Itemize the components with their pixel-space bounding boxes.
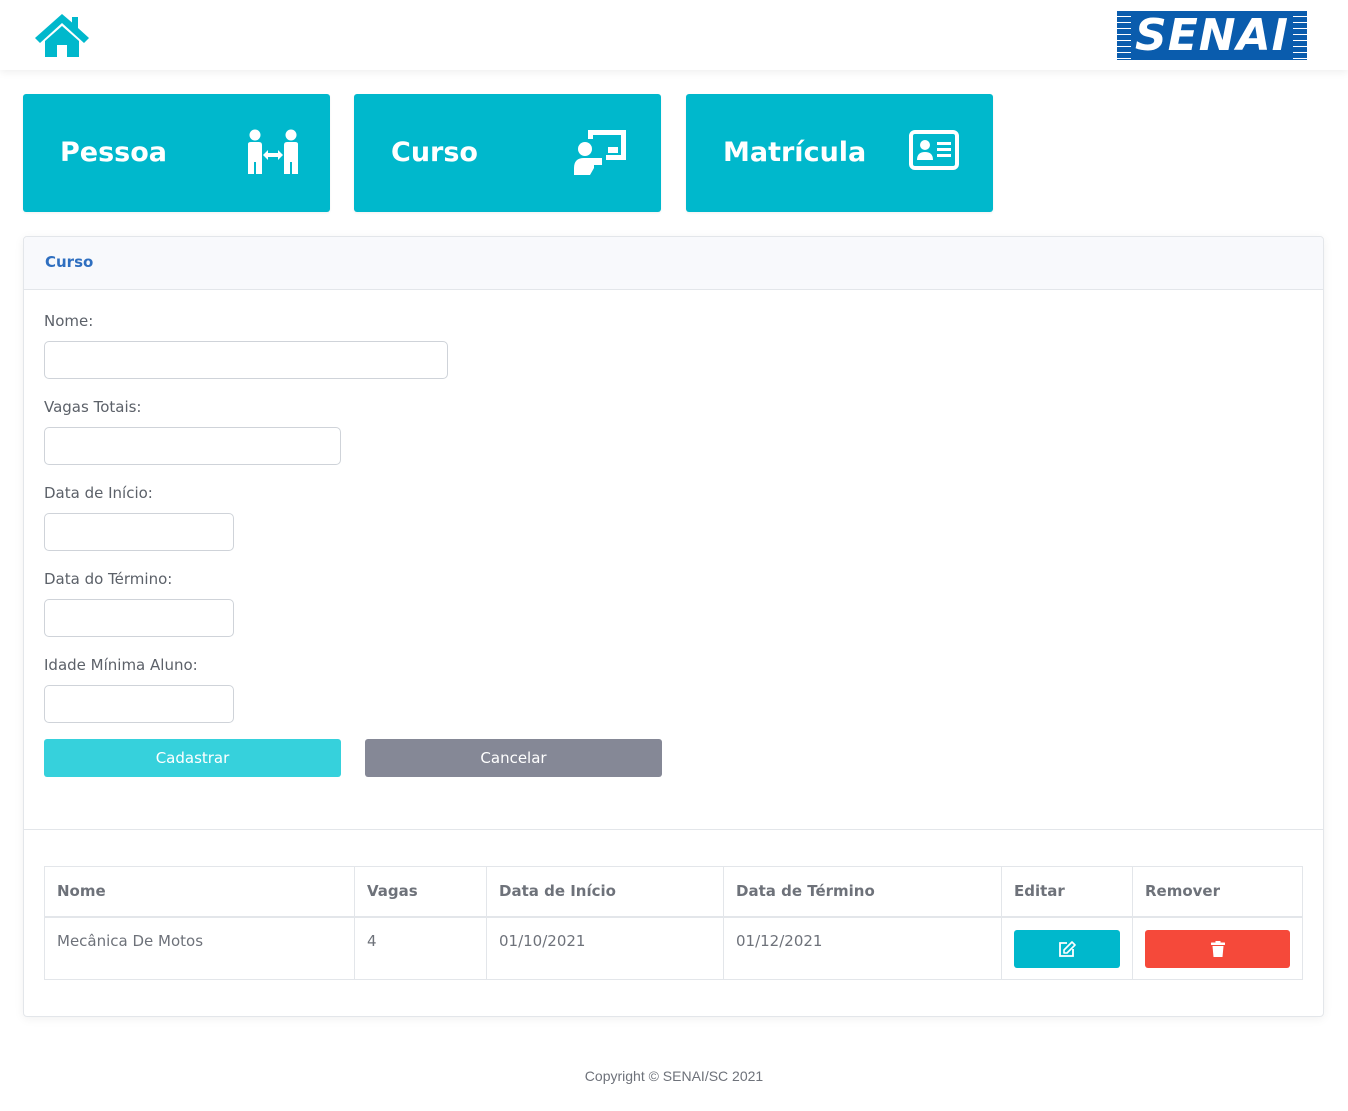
nome-input[interactable]: [44, 341, 448, 379]
nav-card-label: Curso: [391, 137, 478, 168]
col-header-data-termino: Data de Término: [723, 866, 1002, 918]
col-header-nome: Nome: [44, 866, 355, 918]
house-icon: [35, 14, 89, 57]
edit-button[interactable]: [1014, 929, 1120, 968]
nome-label: Nome:: [44, 312, 94, 330]
logo-text: SENAI: [1131, 11, 1293, 60]
divider: [24, 829, 1323, 830]
cell-nome: Mecânica De Motos: [44, 916, 355, 980]
id-card-icon: [909, 130, 959, 170]
cadastrar-button[interactable]: Cadastrar: [44, 739, 341, 777]
top-bar: SENAI: [0, 0, 1348, 70]
cell-remover: [1132, 916, 1303, 980]
panel-title: Curso: [24, 237, 1323, 290]
data-termino-label: Data do Término:: [44, 570, 173, 588]
nav-card-curso[interactable]: Curso: [354, 94, 661, 212]
nav-card-pessoa[interactable]: Pessoa: [23, 94, 330, 212]
cell-data-termino: 01/12/2021: [723, 916, 1002, 980]
nav-card-label: Matrícula: [723, 137, 867, 168]
trash-icon: [1210, 940, 1225, 957]
footer-copyright: Copyright © SENAI/SC 2021: [584, 1068, 764, 1084]
nav-card-label: Pessoa: [60, 137, 168, 168]
cursos-table: Nome Vagas Data de Início Data de Términ…: [44, 866, 1303, 980]
data-inicio-label: Data de Início:: [44, 484, 153, 502]
table-row: Mecânica De Motos 4 01/10/2021 01/12/202…: [44, 916, 1303, 980]
vagas-totais-input[interactable]: [44, 427, 341, 465]
curso-form-panel: Curso Nome: Vagas Totais: Data de Início…: [23, 236, 1324, 1017]
col-header-remover: Remover: [1132, 866, 1303, 918]
idade-minima-input[interactable]: [44, 685, 234, 723]
table-header-row: Nome Vagas Data de Início Data de Términ…: [44, 866, 1303, 918]
col-header-data-inicio: Data de Início: [486, 866, 724, 918]
senai-logo: SENAI: [1117, 11, 1307, 60]
col-header-editar: Editar: [1001, 866, 1133, 918]
col-header-vagas: Vagas: [354, 866, 487, 918]
edit-icon: [1059, 940, 1076, 957]
nav-card-matricula[interactable]: Matrícula: [686, 94, 993, 212]
cancelar-button[interactable]: Cancelar: [365, 739, 662, 777]
teacher-board-icon: [574, 130, 626, 175]
idade-minima-label: Idade Mínima Aluno:: [44, 656, 198, 674]
cell-editar: [1001, 916, 1133, 980]
cell-data-inicio: 01/10/2021: [486, 916, 724, 980]
remove-button[interactable]: [1145, 929, 1290, 968]
people-exchange-icon: [248, 129, 298, 174]
data-termino-input[interactable]: [44, 599, 234, 637]
home-button[interactable]: [33, 12, 91, 58]
cell-vagas: 4: [354, 916, 487, 980]
vagas-totais-label: Vagas Totais:: [44, 398, 142, 416]
data-inicio-input[interactable]: [44, 513, 234, 551]
